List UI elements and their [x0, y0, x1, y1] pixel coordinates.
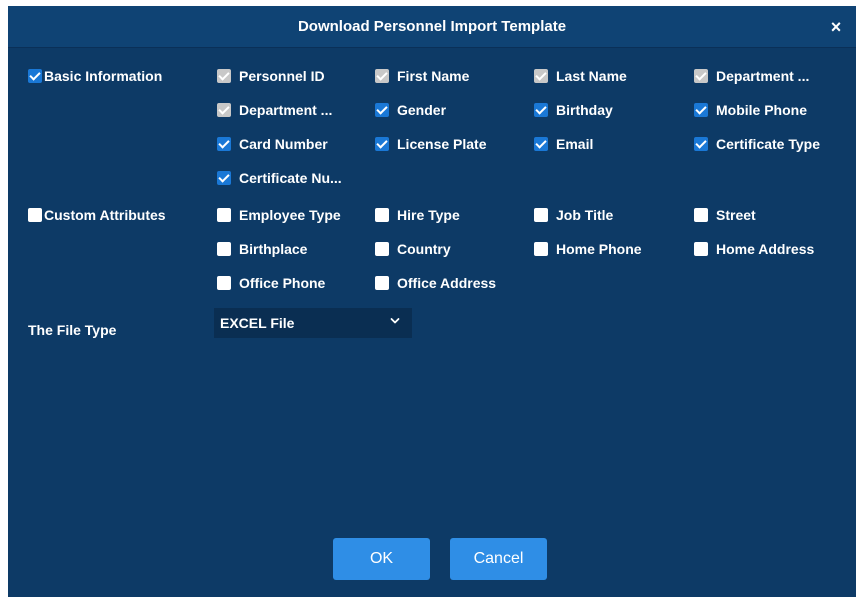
field-personnel-id: Personnel ID — [217, 68, 325, 84]
field-employee-type[interactable]: Employee Type — [217, 207, 341, 223]
checkbox-icon — [694, 69, 708, 83]
field-label: Email — [556, 136, 594, 152]
basic-information-checkbox[interactable]: Basic Information — [28, 68, 162, 84]
field-home-address[interactable]: Home Address — [694, 241, 814, 257]
field-office-phone[interactable]: Office Phone — [217, 275, 325, 291]
field-certificate-type[interactable]: Certificate Type — [694, 136, 820, 152]
field-label: Employee Type — [239, 207, 341, 223]
field-home-phone[interactable]: Home Phone — [534, 241, 642, 257]
field-label: Office Address — [397, 275, 497, 291]
checkbox-icon — [534, 69, 548, 83]
field-label: Country — [397, 241, 451, 257]
field-gender[interactable]: Gender — [375, 102, 446, 118]
checkbox-icon — [694, 103, 708, 117]
field-job-title[interactable]: Job Title — [534, 207, 613, 223]
checkbox-icon — [375, 208, 389, 222]
field-label: Home Phone — [556, 241, 642, 257]
field-label: Birthplace — [239, 241, 308, 257]
field-email[interactable]: Email — [534, 136, 593, 152]
checkbox-icon — [375, 242, 389, 256]
file-type-select[interactable]: EXCEL File — [214, 308, 412, 338]
checkbox-icon — [28, 208, 42, 222]
checkbox-icon — [217, 208, 231, 222]
field-hire-type[interactable]: Hire Type — [375, 207, 460, 223]
checkbox-icon — [534, 208, 548, 222]
field-label: Home Address — [716, 241, 815, 257]
checkbox-icon — [534, 242, 548, 256]
custom-attributes-label: Custom Attributes — [44, 207, 166, 223]
chevron-down-icon — [390, 318, 400, 324]
field-label: First Name — [397, 68, 470, 84]
field-birthplace[interactable]: Birthplace — [217, 241, 307, 257]
cancel-button[interactable]: Cancel — [450, 538, 547, 580]
field-first-name: First Name — [375, 68, 469, 84]
checkbox-icon — [534, 137, 548, 151]
checkbox-icon — [375, 69, 389, 83]
close-icon[interactable]: × — [826, 17, 846, 37]
basic-information-label: Basic Information — [44, 68, 163, 84]
field-department-1: Department ... — [694, 68, 834, 84]
field-last-name: Last Name — [534, 68, 627, 84]
checkbox-icon — [217, 276, 231, 290]
file-type-label: The File Type — [28, 322, 117, 338]
field-label: Personnel ID — [239, 68, 325, 84]
checkbox-icon — [694, 242, 708, 256]
field-label: Hire Type — [397, 207, 460, 223]
checkbox-icon — [534, 103, 548, 117]
field-street[interactable]: Street — [694, 207, 756, 223]
checkbox-icon — [28, 69, 42, 83]
checkbox-icon — [694, 137, 708, 151]
field-label: Certificate Nu... — [239, 170, 342, 186]
checkbox-icon — [375, 276, 389, 290]
checkbox-icon — [217, 103, 231, 117]
field-department-2: Department ... — [217, 102, 332, 118]
checkbox-icon — [375, 103, 389, 117]
field-card-number[interactable]: Card Number — [217, 136, 328, 152]
field-label: Street — [716, 207, 756, 223]
field-birthday[interactable]: Birthday — [534, 102, 613, 118]
field-label: Last Name — [556, 68, 627, 84]
field-label: Birthday — [556, 102, 613, 118]
field-label: Certificate Type — [716, 136, 820, 152]
ok-button[interactable]: OK — [333, 538, 430, 580]
title-bar: Download Personnel Import Template × — [8, 6, 856, 48]
checkbox-icon — [217, 242, 231, 256]
field-label: Office Phone — [239, 275, 326, 291]
checkbox-icon — [217, 171, 231, 185]
field-certificate-number[interactable]: Certificate Nu... — [217, 170, 342, 186]
field-label: Department ... — [716, 68, 810, 84]
checkbox-icon — [694, 208, 708, 222]
custom-attributes-checkbox[interactable]: Custom Attributes — [28, 207, 166, 223]
field-label: Department ... — [239, 102, 333, 118]
field-mobile-phone[interactable]: Mobile Phone — [694, 102, 807, 118]
dialog-title: Download Personnel Import Template — [297, 18, 567, 35]
field-office-address[interactable]: Office Address — [375, 275, 496, 291]
checkbox-icon — [217, 69, 231, 83]
field-label: License Plate — [397, 136, 487, 152]
field-label: Card Number — [239, 136, 328, 152]
field-label: Gender — [397, 102, 447, 118]
field-country[interactable]: Country — [375, 241, 451, 257]
file-type-value: EXCEL File — [220, 315, 295, 331]
field-license-plate[interactable]: License Plate — [375, 136, 487, 152]
checkbox-icon — [375, 137, 389, 151]
download-template-dialog: Download Personnel Import Template × Bas… — [8, 6, 856, 597]
field-label: Job Title — [556, 207, 614, 223]
field-label: Mobile Phone — [716, 102, 807, 118]
checkbox-icon — [217, 137, 231, 151]
